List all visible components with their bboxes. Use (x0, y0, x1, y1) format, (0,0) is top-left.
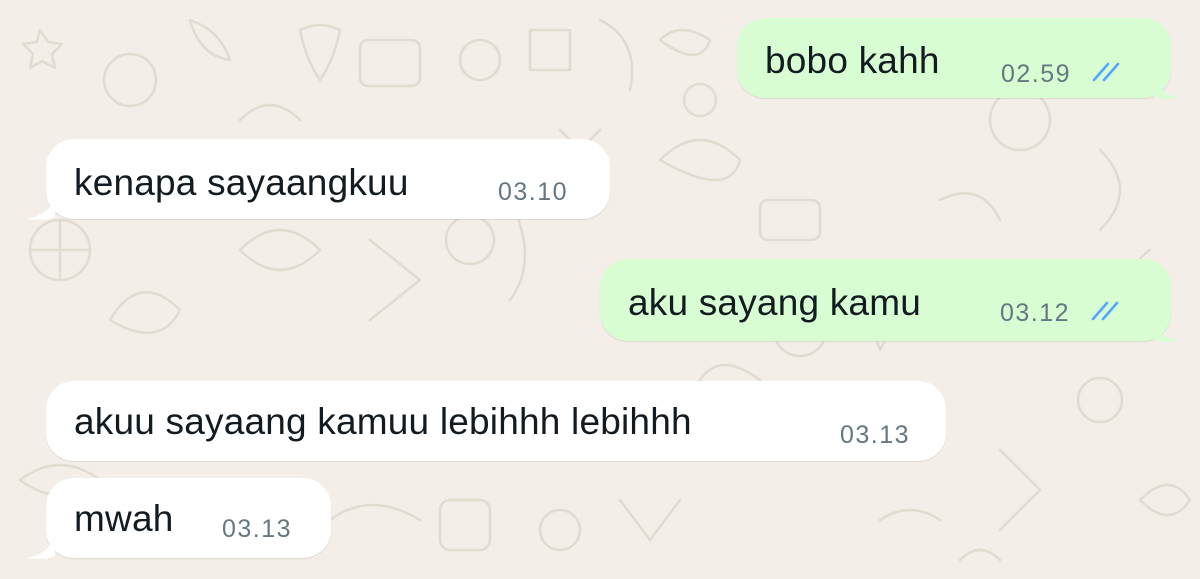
outgoing-message[interactable]: bobo kahh 02.59 (737, 18, 1171, 98)
outgoing-bubble-tail (1152, 319, 1180, 342)
message-text: mwah (74, 498, 174, 539)
message-text: bobo kahh (765, 40, 940, 81)
message-time: 03.13 (222, 515, 293, 543)
incoming-message[interactable]: kenapa sayaangkuu 03.10 (46, 139, 610, 219)
message-text: kenapa sayaangkuu (74, 162, 409, 203)
incoming-message[interactable]: mwah 03.13 (46, 478, 331, 558)
message-time: 03.12 (1000, 299, 1071, 327)
chat-thread: bobo kahh 02.59 kenapa sayaangkuu 03.10 … (0, 0, 1200, 579)
message-time: 03.10 (498, 178, 569, 206)
message-time: 02.59 (1001, 60, 1072, 88)
message-text: aku sayang kamu (628, 282, 922, 323)
double-check-icon (1091, 301, 1119, 321)
incoming-bubble-tail (27, 197, 55, 220)
incoming-message[interactable]: akuu sayaang kamuu lebihhh lebihhh 03.13 (46, 381, 946, 461)
outgoing-bubble-tail (1152, 76, 1180, 99)
message-time: 03.13 (840, 421, 911, 449)
incoming-bubble-tail (27, 536, 55, 559)
outgoing-message[interactable]: aku sayang kamu 03.12 (600, 259, 1171, 341)
double-check-icon (1092, 62, 1120, 82)
message-text: akuu sayaang kamuu lebihhh lebihhh (74, 401, 692, 442)
